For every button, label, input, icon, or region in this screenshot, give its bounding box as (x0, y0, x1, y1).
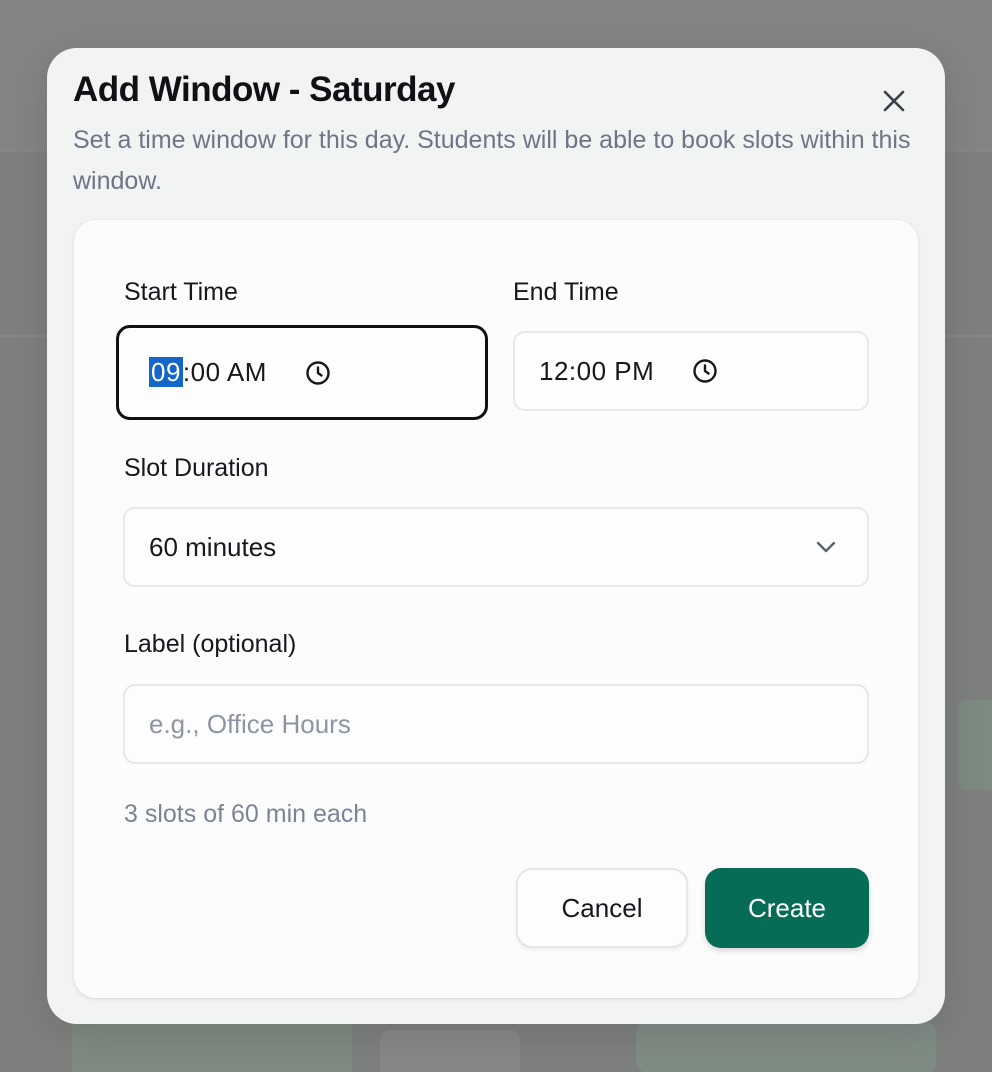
chevron-down-icon (816, 541, 836, 553)
label-field-label: Label (optional) (124, 630, 297, 658)
background-card (380, 1030, 520, 1072)
background-card (958, 700, 992, 790)
start-time-rest: :00 AM (182, 357, 267, 387)
slot-duration-select[interactable]: 60 minutes (123, 507, 869, 587)
end-time-label: End Time (513, 278, 619, 306)
clock-icon[interactable] (305, 360, 331, 386)
label-input-placeholder: e.g., Office Hours (149, 708, 351, 739)
label-input[interactable]: e.g., Office Hours (123, 684, 869, 764)
background-card (636, 1022, 936, 1072)
end-time-input[interactable]: 12:00 PM (513, 331, 869, 411)
background-card (72, 1018, 352, 1072)
clock-icon[interactable] (692, 358, 718, 384)
start-time-hour-segment[interactable]: 09 (149, 357, 183, 387)
slot-summary: 3 slots of 60 min each (124, 800, 368, 828)
dialog-title: Add Window - Saturday (73, 70, 455, 109)
add-window-dialog: Add Window - Saturday Set a time window … (47, 48, 945, 1024)
start-time-label: Start Time (124, 278, 238, 306)
create-button[interactable]: Create (705, 868, 869, 948)
cancel-button[interactable]: Cancel (516, 868, 688, 948)
end-time-value: 12:00 PM (539, 355, 655, 386)
window-form: Start Time 09:00 AM End Time 12:00 PM Sl… (74, 220, 918, 998)
close-icon (883, 90, 905, 112)
start-time-value: 09:00 AM (149, 357, 267, 388)
slot-duration-label: Slot Duration (124, 454, 269, 482)
close-button[interactable] (877, 84, 911, 118)
slot-duration-value: 60 minutes (149, 531, 277, 562)
start-time-input[interactable]: 09:00 AM (116, 325, 488, 420)
dialog-description: Set a time window for this day. Students… (73, 126, 911, 195)
